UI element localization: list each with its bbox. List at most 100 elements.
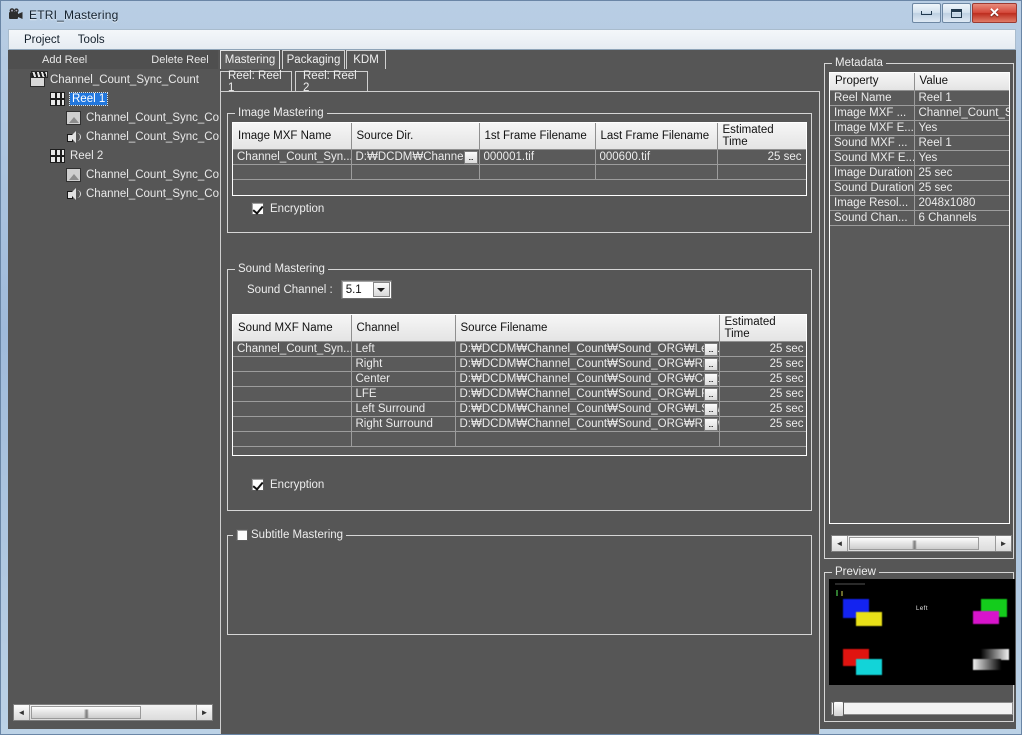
tree-item-project-root[interactable]: Channel_Count_Sync_Count xyxy=(8,70,218,89)
cell-empty[interactable] xyxy=(351,164,480,180)
sound-channel-select[interactable]: 5.1 xyxy=(340,280,392,299)
sound-encryption-checkbox[interactable] xyxy=(251,478,264,491)
cell-property[interactable]: Sound Duration xyxy=(830,180,915,196)
cell-channel[interactable]: Center xyxy=(351,371,456,387)
table-row[interactable]: Right D:₩DCDM₩Channel_Count₩Sound_ORG₩Rig… xyxy=(233,356,806,372)
minimize-button[interactable] xyxy=(912,3,941,23)
delete-reel-button[interactable]: Delete Reel xyxy=(145,53,214,67)
cell-empty[interactable] xyxy=(233,164,352,180)
cell-property[interactable]: Image MXF ... xyxy=(830,105,915,121)
maximize-button[interactable] xyxy=(942,3,971,23)
cell-property[interactable]: Image MXF E... xyxy=(830,120,915,136)
cell-estimated-time[interactable]: 25 sec xyxy=(717,149,806,165)
col-property[interactable]: Property xyxy=(830,73,915,91)
col-estimated-time[interactable]: Estimated Time xyxy=(719,315,806,342)
chevron-down-icon[interactable] xyxy=(372,282,390,297)
add-reel-button[interactable]: Add Reel xyxy=(36,53,93,67)
col-sound-mxf-name[interactable]: Sound MXF Name xyxy=(233,315,352,342)
cell-source-filename[interactable]: D:₩DCDM₩Channel_Count₩Sound_ORG₩RS.wav..… xyxy=(455,416,720,432)
cell-sound-mxf-name[interactable] xyxy=(233,356,352,372)
metadata-table[interactable]: Property Value Reel Name Reel 1 Image MXF … xyxy=(829,72,1010,524)
tree-item-reel-1[interactable]: Reel 1 xyxy=(8,89,218,108)
table-row[interactable]: Right Surround D:₩DCDM₩Channel_Count₩Soun… xyxy=(233,416,806,432)
cell-value[interactable]: Channel_Count_Sy... xyxy=(914,105,1009,121)
cell-estimated-time[interactable]: 25 sec xyxy=(719,371,806,387)
image-encryption-checkbox[interactable] xyxy=(251,202,264,215)
tree-item-reel-2[interactable]: Reel 2 xyxy=(8,146,218,165)
cell-source-filename[interactable]: D:₩DCDM₩Channel_Count₩Sound_ORG₩Right...… xyxy=(455,356,720,372)
cell-source-filename[interactable]: D:₩DCDM₩Channel_Count₩Sound_ORG₩Left....… xyxy=(455,341,720,357)
cell-sound-mxf-name[interactable] xyxy=(233,371,352,387)
cell-value[interactable]: Yes xyxy=(914,150,1009,166)
cell-estimated-time[interactable]: 25 sec xyxy=(719,341,806,357)
tab-reel-2[interactable]: Reel: Reel 2 xyxy=(295,70,368,94)
scroll-right-icon[interactable]: ► xyxy=(995,536,1011,551)
cell-sound-mxf-name[interactable] xyxy=(233,416,352,432)
col-source-filename[interactable]: Source Filename xyxy=(455,315,720,342)
cell-value[interactable]: Reel 1 xyxy=(914,90,1009,106)
cell-estimated-time[interactable]: 25 sec xyxy=(719,386,806,402)
table-row[interactable] xyxy=(233,164,806,180)
cell-property[interactable]: Image Duration xyxy=(830,165,915,181)
col-image-mxf-name[interactable]: Image MXF Name xyxy=(233,123,352,150)
tree-horizontal-scrollbar[interactable]: ◄ ||| ► xyxy=(13,704,213,721)
tree-item-reel2-image[interactable]: Channel_Count_Sync_Co xyxy=(8,165,219,184)
scroll-thumb[interactable]: ||| xyxy=(849,537,979,550)
tab-kdm[interactable]: KDM xyxy=(346,50,386,69)
table-row[interactable]: Center D:₩DCDM₩Channel_Count₩Sound_ORG₩Ce… xyxy=(233,371,806,387)
table-row[interactable]: Left Surround D:₩DCDM₩Channel_Count₩Sound… xyxy=(233,401,806,417)
cell-empty[interactable] xyxy=(351,431,456,447)
cell-empty[interactable] xyxy=(455,431,720,447)
menu-item-tools[interactable]: Tools xyxy=(69,32,114,48)
cell-last-frame[interactable]: 000600.tif xyxy=(595,149,718,165)
scroll-left-icon[interactable]: ◄ xyxy=(832,536,848,551)
tab-packaging[interactable]: Packaging xyxy=(282,50,345,69)
cell-estimated-time[interactable]: 25 sec xyxy=(719,401,806,417)
cell-value[interactable]: 6 Channels xyxy=(914,210,1009,226)
preview-slider-thumb[interactable] xyxy=(833,701,844,717)
col-last-frame[interactable]: Last Frame Filename xyxy=(595,123,718,150)
browse-source-file-button[interactable]: ... xyxy=(703,388,718,401)
browse-source-file-button[interactable]: ... xyxy=(703,403,718,416)
cell-sound-mxf-name[interactable]: Channel_Count_Syn... xyxy=(233,341,352,357)
cell-property[interactable]: Image Resol... xyxy=(830,195,915,211)
cell-sound-mxf-name[interactable] xyxy=(233,386,352,402)
table-row[interactable]: Sound Duration 25 sec xyxy=(830,180,1009,196)
cell-channel[interactable]: Left Surround xyxy=(351,401,456,417)
image-encryption-row[interactable]: Encryption xyxy=(251,202,324,215)
browse-source-file-button[interactable]: ... xyxy=(703,373,718,386)
cell-property[interactable]: Sound MXF ... xyxy=(830,135,915,151)
preview-slider[interactable] xyxy=(831,701,1013,717)
cell-value[interactable]: 2048x1080 xyxy=(914,195,1009,211)
cell-value[interactable]: 25 sec xyxy=(914,180,1009,196)
cell-property[interactable]: Sound Chan... xyxy=(830,210,915,226)
cell-empty[interactable] xyxy=(719,431,806,447)
cell-empty[interactable] xyxy=(479,164,596,180)
table-row[interactable]: Reel Name Reel 1 xyxy=(830,90,1009,106)
table-row[interactable]: Sound MXF ... Reel 1 xyxy=(830,135,1009,151)
scroll-thumb[interactable]: ||| xyxy=(31,706,141,719)
table-row[interactable]: Image Resol... 2048x1080 xyxy=(830,195,1009,211)
tab-mastering[interactable]: Mastering xyxy=(220,50,280,69)
browse-source-file-button[interactable]: ... xyxy=(703,343,718,356)
preview-frame[interactable]: Left xyxy=(829,579,1015,685)
table-row[interactable]: Image MXF E... Yes xyxy=(830,120,1009,136)
tab-reel-1[interactable]: Reel: Reel 1 xyxy=(220,70,292,94)
col-first-frame[interactable]: 1st Frame Filename xyxy=(479,123,596,150)
tree-item-reel2-sound[interactable]: Channel_Count_Sync_Co xyxy=(8,184,219,203)
table-row[interactable]: Channel_Count_Syn... Left D:₩DCDM₩Channel_… xyxy=(233,341,806,357)
sound-mastering-table[interactable]: Sound MXF Name Channel Source Filename E… xyxy=(232,314,807,456)
table-row[interactable]: Sound MXF E... Yes xyxy=(830,150,1009,166)
browse-source-file-button[interactable]: ... xyxy=(703,358,718,371)
cell-channel[interactable]: Right Surround xyxy=(351,416,456,432)
cell-channel[interactable]: Right xyxy=(351,356,456,372)
cell-property[interactable]: Sound MXF E... xyxy=(830,150,915,166)
table-row[interactable]: Channel_Count_Syn... D:₩DCDM₩Channel... … xyxy=(233,149,806,165)
cell-source-filename[interactable]: D:₩DCDM₩Channel_Count₩Sound_ORG₩LFE.wa..… xyxy=(455,386,720,402)
cell-channel[interactable]: Left xyxy=(351,341,456,357)
metadata-horizontal-scrollbar[interactable]: ◄ ||| ► xyxy=(831,535,1012,552)
cell-value[interactable]: 25 sec xyxy=(914,165,1009,181)
cell-estimated-time[interactable]: 25 sec xyxy=(719,356,806,372)
sound-encryption-row[interactable]: Encryption xyxy=(251,478,324,491)
browse-source-dir-button[interactable]: ... xyxy=(463,151,478,164)
